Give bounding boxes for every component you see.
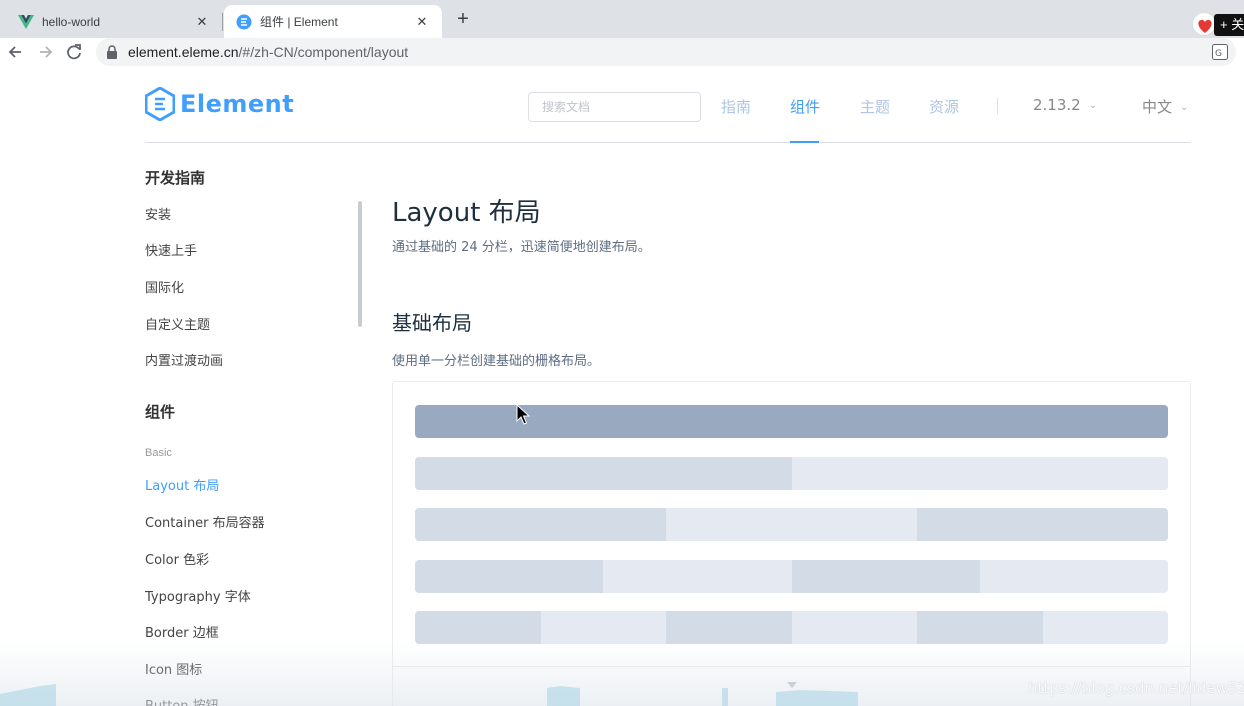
nav-guide[interactable]: 指南	[721, 96, 751, 117]
version-dropdown[interactable]: 2.13.2 ⌄	[1033, 96, 1097, 114]
translate-icon[interactable]: G	[1212, 44, 1228, 60]
url-host: element.eleme.cn	[128, 44, 239, 60]
new-tab-button[interactable]: +	[452, 8, 474, 30]
browser-toolbar: element.eleme.cn/#/zh-CN/component/layou…	[0, 38, 1244, 66]
browser-tab-hello-world[interactable]: hello-world ✕	[6, 5, 222, 38]
grid-col	[791, 560, 980, 593]
forward-arrow-icon[interactable]	[34, 41, 56, 63]
chevron-down-icon: ⌄	[1088, 100, 1098, 111]
demo-block	[392, 381, 1191, 706]
heart-icon	[1198, 19, 1212, 33]
tab-title: 组件 | Element	[260, 15, 338, 29]
extension-overlay[interactable]: + 关	[1190, 12, 1244, 38]
address-bar[interactable]: element.eleme.cn/#/zh-CN/component/layou…	[96, 38, 1236, 66]
grid-col	[917, 611, 1043, 644]
sidebar-item-install[interactable]: 安装	[145, 204, 171, 223]
reload-icon[interactable]	[63, 41, 85, 63]
grid-col	[415, 508, 666, 541]
extension-button[interactable]: + 关	[1214, 14, 1244, 36]
nav-component[interactable]: 组件	[790, 96, 820, 117]
url-path: /#/zh-CN/component/layout	[238, 44, 409, 60]
avatar[interactable]	[1192, 12, 1216, 36]
sidebar-item-i18n[interactable]: 国际化	[145, 277, 184, 296]
vue-icon	[18, 14, 34, 29]
grid-row	[415, 560, 1168, 593]
grid-col	[415, 560, 604, 593]
sidebar-item-border[interactable]: Border 边框	[145, 622, 219, 641]
lock-icon	[107, 45, 117, 59]
grid-col	[415, 611, 541, 644]
back-arrow-icon[interactable]	[5, 41, 27, 63]
section-description: 使用单一分栏创建基础的栅格布局。	[392, 354, 601, 369]
sidebar-item-container[interactable]: Container 布局容器	[145, 512, 265, 531]
grid-col	[791, 611, 917, 644]
grid-col	[666, 611, 792, 644]
grid-col	[979, 560, 1168, 593]
demo-divider	[393, 666, 1190, 667]
close-tab-icon[interactable]: ✕	[194, 14, 210, 30]
active-nav-indicator	[790, 141, 819, 143]
sidebar-group-title: 组件	[145, 403, 176, 421]
close-tab-icon[interactable]: ✕	[414, 14, 430, 30]
sidebar-item-typography[interactable]: Typography 字体	[145, 586, 251, 605]
sidebar-subgroup-title: Basic	[145, 447, 172, 459]
chevron-down-icon: ⌄	[1180, 102, 1189, 113]
browser-tab-element[interactable]: 组件 | Element ✕	[224, 5, 442, 38]
sidebar-item-quickstart[interactable]: 快速上手	[145, 240, 197, 259]
sidebar: 开发指南 安装 快速上手 国际化 自定义主题 内置过渡动画 组件 Basic L…	[145, 143, 365, 706]
page-title: Layout 布局	[392, 198, 541, 228]
sidebar-scrollbar[interactable]	[358, 201, 362, 327]
svg-text:G: G	[1215, 49, 1222, 59]
page-description: 通过基础的 24 分栏，迅速简便地创建布局。	[392, 240, 651, 255]
grid-col	[791, 457, 1168, 490]
tab-title: hello-world	[42, 14, 101, 29]
nav-divider	[997, 98, 998, 114]
section-title: 基础布局	[392, 311, 472, 335]
grid-row	[415, 611, 1168, 644]
language-dropdown[interactable]: 中文 ⌄	[1142, 96, 1188, 117]
sidebar-group-title: 开发指南	[145, 169, 206, 187]
version-label: 2.13.2	[1033, 96, 1081, 114]
grid-row	[415, 457, 1168, 490]
language-label: 中文	[1142, 98, 1173, 116]
element-logo[interactable]: Element	[145, 87, 294, 121]
nav-theme[interactable]: 主题	[860, 96, 890, 117]
search-input[interactable]: 搜索文档	[528, 92, 701, 122]
mouse-cursor-icon	[516, 404, 530, 425]
element-logo-icon	[145, 87, 175, 121]
sidebar-item-transition[interactable]: 内置过渡动画	[145, 350, 223, 369]
browser-tab-strip: hello-world ✕ 组件 | Element ✕ + + 关	[0, 0, 1244, 38]
nav-resource[interactable]: 资源	[929, 96, 959, 117]
tab-divider	[222, 13, 223, 31]
logo-text: Element	[180, 90, 295, 118]
sidebar-item-custom-theme[interactable]: 自定义主题	[145, 314, 210, 333]
grid-col	[540, 611, 666, 644]
site-header: Element 搜索文档 指南 组件 主题 资源 2.13.2 ⌄ 中文 ⌄	[145, 66, 1191, 143]
grid-col	[917, 508, 1168, 541]
sidebar-item-layout[interactable]: Layout 布局	[145, 475, 219, 494]
grid-col	[603, 560, 792, 593]
element-icon	[236, 14, 252, 29]
grid-col	[666, 508, 917, 541]
grid-row	[415, 508, 1168, 541]
grid-col	[1042, 611, 1168, 644]
watermark: https://blog.csdn.net/lidew521	[1028, 679, 1244, 697]
sidebar-item-color[interactable]: Color 色彩	[145, 549, 209, 568]
grid-col	[415, 457, 792, 490]
